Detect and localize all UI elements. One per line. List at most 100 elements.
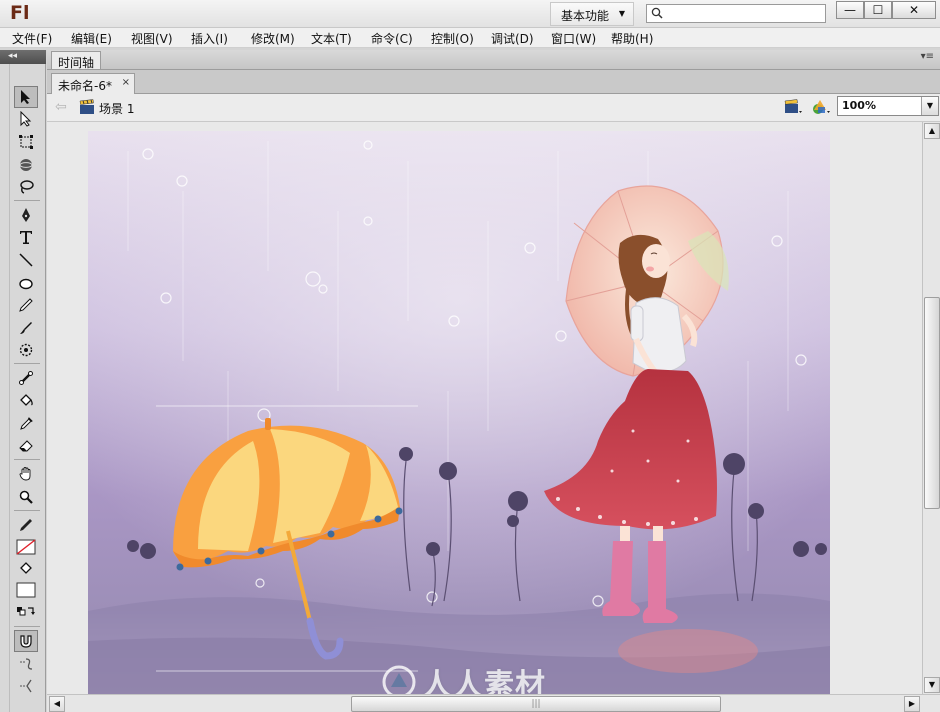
fill-color-swatch[interactable] <box>14 579 38 601</box>
document-tab[interactable]: 未命名-6* × <box>51 73 135 94</box>
horizontal-scrollbar[interactable]: ◀ ||| ▶ <box>47 694 940 712</box>
edit-scene-icon[interactable] <box>783 98 805 116</box>
arrow-pointer-icon <box>21 90 30 104</box>
eyedropper-icon <box>20 417 33 430</box>
document-tab-bar: 未命名-6* × <box>47 70 940 94</box>
scroll-up-arrow[interactable]: ▲ <box>924 123 940 139</box>
hand-icon <box>19 467 31 481</box>
menu-insert[interactable]: 插入(I) <box>191 30 228 47</box>
pencil-tool[interactable] <box>14 294 38 316</box>
stroke-color[interactable] <box>14 514 38 536</box>
close-tab-icon[interactable]: × <box>122 77 130 88</box>
menu-modify[interactable]: 修改(M) <box>251 30 295 47</box>
tools-panel-gripper[interactable] <box>0 64 10 712</box>
no-color-swatch-icon <box>16 539 36 555</box>
magnifier-icon <box>19 490 33 504</box>
help-search-field[interactable] <box>646 4 826 23</box>
menu-control[interactable]: 控制(O) <box>431 30 474 47</box>
menu-commands[interactable]: 命令(C) <box>371 30 413 47</box>
menu-file[interactable]: 文件(F) <box>12 30 52 47</box>
edit-bar: ⇦ 场景 1 100% ▼ <box>47 94 940 122</box>
chevron-down-icon: ▼ <box>618 9 625 18</box>
fill-bucket-swatch[interactable] <box>14 558 38 580</box>
vertical-scroll-thumb[interactable] <box>924 297 940 509</box>
lasso-tool[interactable] <box>14 176 38 198</box>
menu-bar: 文件(F) 编辑(E) 视图(V) 插入(I) 修改(M) 文本(T) 命令(C… <box>0 28 940 48</box>
clapperboard-icon <box>79 99 94 114</box>
document-title: 未命名-6* <box>58 79 112 93</box>
eraser-tool[interactable] <box>14 435 38 457</box>
bone-tool[interactable] <box>14 367 38 389</box>
pen-tool[interactable] <box>14 204 38 226</box>
title-bar: Fl 基本功能 ▼ — ☐ ✕ <box>0 0 940 28</box>
horizontal-scroll-thumb[interactable]: ||| <box>351 696 721 712</box>
menu-debug[interactable]: 调试(D) <box>491 30 534 47</box>
scroll-left-arrow[interactable]: ◀ <box>49 696 65 712</box>
bone-icon <box>19 371 33 385</box>
text-tool[interactable] <box>14 226 38 248</box>
menu-view[interactable]: 视图(V) <box>131 30 173 47</box>
deco-tool[interactable] <box>14 339 38 361</box>
panel-menu-icon[interactable]: ▾≡ <box>921 51 934 62</box>
scroll-right-arrow[interactable]: ▶ <box>904 696 920 712</box>
zoom-tool[interactable] <box>14 486 38 508</box>
workspace-switcher[interactable]: 基本功能 ▼ <box>550 2 634 26</box>
close-button[interactable]: ✕ <box>892 1 936 19</box>
fill-color[interactable] <box>14 536 38 558</box>
deco-icon <box>19 343 33 357</box>
menu-edit[interactable]: 编辑(E) <box>71 30 112 47</box>
scroll-down-arrow[interactable]: ▼ <box>924 677 940 693</box>
search-icon <box>651 7 663 19</box>
text-t-icon <box>20 231 32 244</box>
minimize-button[interactable]: — <box>836 1 864 19</box>
swap-colors[interactable] <box>14 601 38 623</box>
white-swatch-icon <box>16 582 36 598</box>
chevron-down-icon[interactable]: ▼ <box>921 97 938 115</box>
selection-tool[interactable] <box>14 86 38 108</box>
3d-rotation-tool[interactable] <box>14 154 38 176</box>
magnet-icon <box>20 635 32 648</box>
paint-bucket-icon <box>20 394 33 406</box>
timeline-panel-bar: 时间轴 ▾≡ <box>47 50 940 70</box>
lasso-icon <box>20 180 34 194</box>
tools-panel <box>10 64 46 712</box>
swap-colors-icon <box>17 607 35 616</box>
straighten-icon <box>20 679 32 693</box>
snap-to-objects[interactable] <box>14 630 38 652</box>
straighten-option[interactable] <box>14 675 38 697</box>
pen-icon <box>22 208 30 222</box>
line-tool[interactable] <box>14 249 38 271</box>
stage-canvas[interactable] <box>88 131 830 694</box>
eyedropper-tool[interactable] <box>14 413 38 435</box>
line-icon <box>19 253 33 267</box>
hand-tool[interactable] <box>14 463 38 485</box>
fill-bucket-icon <box>20 562 32 574</box>
edit-symbol-icon[interactable] <box>811 98 833 116</box>
eraser-icon <box>19 440 33 452</box>
tab-timeline[interactable]: 时间轴 <box>51 51 102 70</box>
menu-text[interactable]: 文本(T) <box>311 30 352 47</box>
free-transform-tool[interactable] <box>14 131 38 153</box>
search-input[interactable] <box>667 6 823 21</box>
pencil-icon <box>19 298 33 312</box>
sphere-icon <box>19 159 33 171</box>
paint-bucket-tool[interactable] <box>14 390 38 412</box>
back-arrow-icon[interactable]: ⇦ <box>55 99 67 115</box>
tools-panel-collapse[interactable]: ◂◂ <box>0 50 46 64</box>
maximize-button[interactable]: ☐ <box>864 1 892 19</box>
menu-window[interactable]: 窗口(W) <box>551 30 596 47</box>
subselection-tool[interactable] <box>14 108 38 130</box>
brush-tool[interactable] <box>14 317 38 339</box>
oval-tool[interactable] <box>14 272 38 294</box>
menu-help[interactable]: 帮助(H) <box>611 30 653 47</box>
smooth-icon <box>20 658 33 670</box>
breadcrumb-scene[interactable]: 场景 1 <box>99 100 134 117</box>
zoom-select[interactable]: 100% ▼ <box>837 96 939 116</box>
tools-divider <box>14 626 40 627</box>
vertical-scrollbar[interactable]: ▲ ▼ <box>922 122 940 694</box>
transform-icon <box>19 135 33 149</box>
smooth-option[interactable] <box>14 653 38 675</box>
app-logo: Fl <box>10 2 30 24</box>
tools-divider <box>14 200 40 201</box>
tools-divider <box>14 459 40 460</box>
